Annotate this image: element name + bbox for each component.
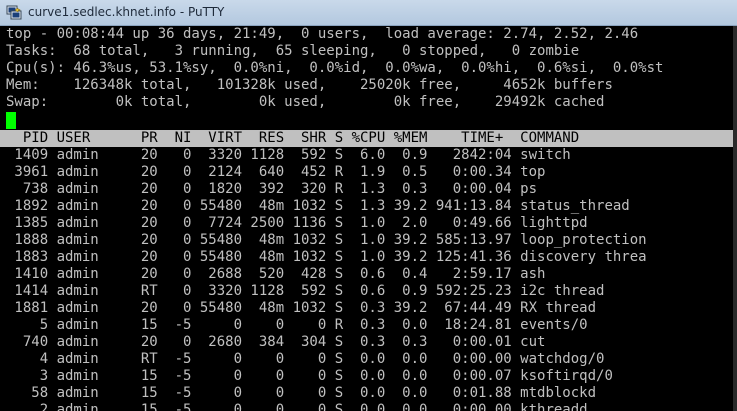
process-row: 1410 admin 20 0 2688 520 428 S 0.6 0.4 2… — [6, 266, 546, 282]
process-row: 1883 admin 20 0 55480 48m 1032 S 1.0 39.… — [6, 249, 647, 265]
putty-window: curve1.sedlec.khnet.info - PuTTY top - 0… — [0, 0, 737, 411]
scrollbar[interactable] — [733, 26, 737, 411]
process-row: 3961 admin 20 0 2124 640 452 R 1.9 0.5 0… — [6, 164, 546, 180]
process-row: 738 admin 20 0 1820 392 320 R 1.3 0.3 0:… — [6, 181, 538, 197]
process-row: 58 admin 15 -5 0 0 0 S 0.0 0.0 0:01.88 m… — [6, 385, 597, 401]
top-swap-line: Swap: 0k total, 0k used, 0k free, 29492k… — [6, 94, 605, 110]
process-row: 1888 admin 20 0 55480 48m 1032 S 1.0 39.… — [6, 232, 647, 248]
process-row: 1385 admin 20 0 7724 2500 1136 S 1.0 2.0… — [6, 215, 588, 231]
process-row: 1409 admin 20 0 3320 1128 592 S 6.0 0.9 … — [6, 147, 571, 163]
process-row: 3 admin 15 -5 0 0 0 S 0.0 0.0 0:00.07 ks… — [6, 368, 613, 384]
putty-icon — [6, 5, 22, 20]
process-row: 4 admin RT -5 0 0 0 S 0.0 0.0 0:00.00 wa… — [6, 351, 605, 367]
process-row: 1414 admin RT 0 3320 1128 592 S 0.6 0.9 … — [6, 283, 605, 299]
top-uptime-line: top - 00:08:44 up 36 days, 21:49, 0 user… — [6, 26, 639, 42]
title-bar[interactable]: curve1.sedlec.khnet.info - PuTTY — [0, 0, 737, 26]
top-cpu-line: Cpu(s): 46.3%us, 53.1%sy, 0.0%ni, 0.0%id… — [6, 60, 664, 76]
process-table-header: PID USER PR NI VIRT RES SHR S %CPU %MEM … — [6, 130, 580, 146]
window-title: curve1.sedlec.khnet.info - PuTTY — [28, 5, 225, 19]
terminal-cursor — [6, 112, 16, 129]
process-row: 1881 admin 20 0 55480 48m 1032 S 0.3 39.… — [6, 300, 597, 316]
process-row: 2 admin 15 -5 0 0 0 S 0.0 0.0 0:00.00 kt… — [6, 402, 588, 411]
process-row: 740 admin 20 0 2680 384 304 S 0.3 0.3 0:… — [6, 334, 546, 350]
top-mem-line: Mem: 126348k total, 101328k used, 25020k… — [6, 77, 613, 93]
terminal-area[interactable]: top - 00:08:44 up 36 days, 21:49, 0 user… — [0, 26, 737, 411]
process-row: 5 admin 15 -5 0 0 0 R 0.3 0.0 18:24.81 e… — [6, 317, 588, 333]
process-row: 1892 admin 20 0 55480 48m 1032 S 1.3 39.… — [6, 198, 630, 214]
top-tasks-line: Tasks: 68 total, 3 running, 65 sleeping,… — [6, 43, 580, 59]
